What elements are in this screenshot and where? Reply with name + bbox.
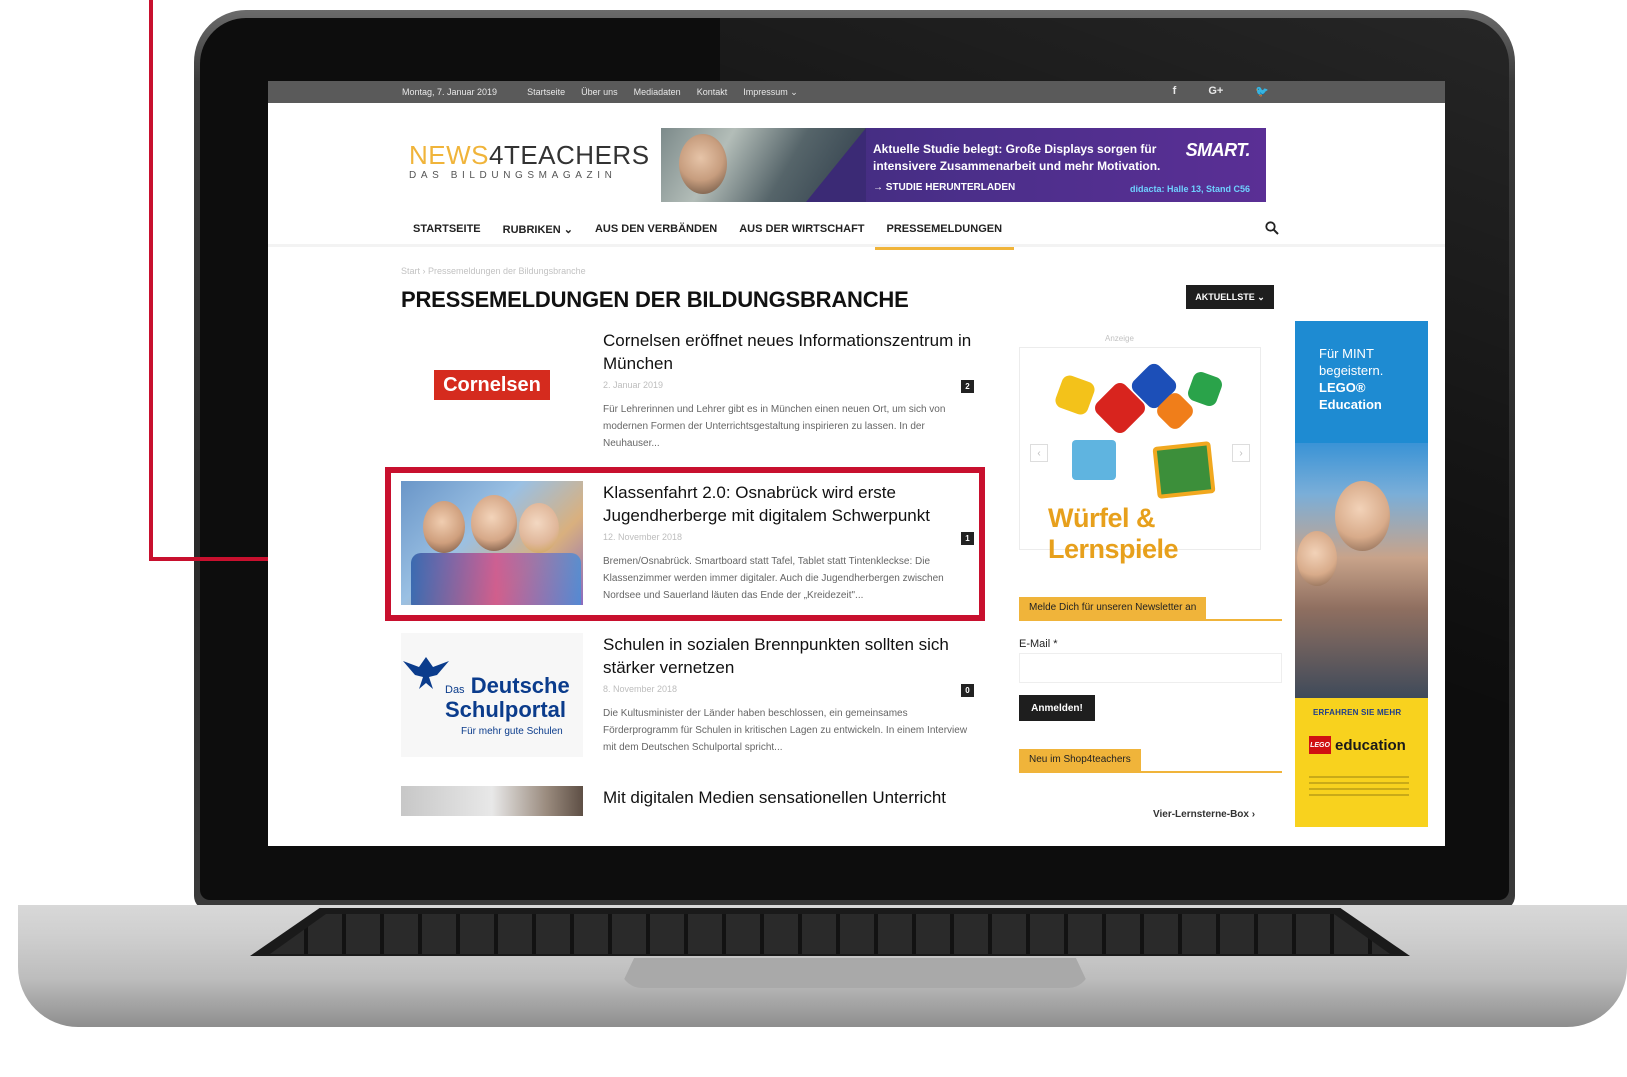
child-face-image: [1297, 531, 1337, 586]
lego-line1: Für MINT: [1319, 346, 1374, 361]
article-brennpunkte[interactable]: Das Deutsche Schulportal Für mehr gute S…: [401, 633, 974, 763]
article-title[interactable]: Schulen in sozialen Brennpunkten sollten…: [603, 633, 973, 679]
keyboard-keys: [270, 914, 1390, 954]
ad-label: Anzeige: [1105, 334, 1134, 343]
smart-banner-ad[interactable]: Aktuelle Studie belegt: Große Displays s…: [661, 128, 1266, 202]
lego-learn-more-link[interactable]: ERFAHREN SIE MEHR: [1313, 708, 1401, 717]
topbar-link-startseite[interactable]: Startseite: [527, 87, 565, 97]
nav-item-startseite[interactable]: STARTSEITE: [413, 223, 481, 246]
social-links: f G+ 🐦: [1173, 85, 1285, 98]
logo-news: NEWS: [409, 140, 489, 170]
eagle-logo-icon: [403, 657, 449, 689]
article-excerpt: Die Kultusminister der Länder haben besc…: [603, 708, 968, 753]
laptop-hinge-notch: [620, 958, 1090, 988]
search-icon[interactable]: [1265, 221, 1279, 235]
shop-heading-label: Neu im Shop4teachers: [1019, 749, 1141, 771]
article-title[interactable]: Cornelsen eröffnet neues Informationszen…: [603, 329, 973, 375]
lego-line2: begeistern.: [1319, 363, 1384, 378]
banner-headline: Aktuelle Studie belegt: Große Displays s…: [873, 142, 1161, 173]
highlighted-article-frame: [385, 467, 985, 621]
topbar-link-mediadaten[interactable]: Mediadaten: [634, 87, 681, 97]
shop-product-link[interactable]: Vier-Lernsterne-Box ›: [1153, 809, 1255, 820]
article-thumbnail[interactable]: [401, 786, 583, 816]
laptop-mockup: Montag, 7. Januar 2019 Startseite Über u…: [0, 0, 1627, 1077]
main-navigation: STARTSEITE RUBRIKEN ⌄ AUS DEN VERBÄNDEN …: [268, 215, 1445, 250]
comment-count-badge[interactable]: 0: [961, 684, 974, 697]
topbar-link-ueber-uns[interactable]: Über uns: [581, 87, 618, 97]
current-date: Montag, 7. Januar 2019: [402, 87, 498, 97]
banner-fair-info: didacta: Halle 13, Stand C56: [1129, 184, 1250, 194]
page-title: PRESSEMELDUNGEN DER BILDUNGSBRANCHE: [401, 287, 909, 312]
dice-image: [1053, 373, 1097, 417]
sort-dropdown[interactable]: AKTUELLSTE ⌄: [1186, 285, 1274, 309]
article-date: 2. Januar 2019: [603, 380, 664, 390]
site-logo[interactable]: NEWS4TEACHERS DAS BILDUNGSMAGAZIN: [409, 140, 649, 181]
subscribe-button[interactable]: Anmelden!: [1019, 695, 1095, 721]
schulportal-slogan: Für mehr gute Schulen: [461, 726, 563, 737]
facebook-icon[interactable]: f: [1173, 85, 1177, 98]
nav-item-wirtschaft[interactable]: AUS DER WIRTSCHAFT: [739, 223, 864, 246]
schulportal-name: Schulportal: [445, 697, 567, 722]
ad-next-button[interactable]: ›: [1232, 444, 1250, 462]
lego-fine-print: [1309, 776, 1409, 798]
logo-tagline: DAS BILDUNGSMAGAZIN: [409, 170, 617, 181]
banner-download-link[interactable]: → STUDIE HERUNTERLADEN: [873, 182, 1015, 193]
logo-4teachers: 4TEACHERS: [489, 140, 650, 170]
browser-screen: Montag, 7. Januar 2019 Startseite Über u…: [268, 81, 1445, 846]
lego-line4: Education: [1319, 397, 1382, 412]
topbar-link-kontakt[interactable]: Kontakt: [697, 87, 728, 97]
newsletter-heading-label: Melde Dich für unseren Newsletter an: [1019, 597, 1207, 619]
child-face-image: [1335, 481, 1390, 551]
shop-heading: Neu im Shop4teachers: [1019, 749, 1282, 773]
nav-item-verbaende[interactable]: AUS DEN VERBÄNDEN: [595, 223, 717, 246]
comment-count-badge[interactable]: 2: [961, 380, 974, 393]
article-date: 8. November 2018: [603, 684, 678, 694]
lego-education-wordmark: education: [1335, 736, 1406, 754]
banner-person-image: [679, 134, 727, 194]
lego-ad-footer: ERFAHREN SIE MEHR LEGO education: [1295, 698, 1428, 827]
lego-education-ad[interactable]: Für MINT begeistern. LEGO® Education ERF…: [1295, 321, 1428, 827]
article-thumbnail[interactable]: Cornelsen: [401, 329, 583, 453]
topbar-link-impressum[interactable]: Impressum ⌄: [743, 87, 798, 98]
article-digitale-medien[interactable]: Mit digitalen Medien sensationellen Unte…: [401, 786, 961, 846]
lego-line3: LEGO®: [1319, 380, 1366, 395]
nav-item-rubriken[interactable]: RUBRIKEN ⌄: [503, 223, 573, 246]
article-excerpt: Für Lehrerinnen und Lehrer gibt es in Mü…: [603, 404, 946, 449]
article-thumbnail[interactable]: Das Deutsche Schulportal Für mehr gute S…: [401, 633, 583, 757]
article-cornelsen[interactable]: Cornelsen Cornelsen eröffnet neues Infor…: [401, 329, 974, 459]
schulportal-deutsche: Deutsche: [470, 673, 570, 698]
game-box-image: [1152, 441, 1216, 499]
cornelsen-logo: Cornelsen: [434, 370, 550, 400]
lego-logo-icon: LEGO: [1309, 736, 1331, 754]
game-box-image: [1072, 440, 1116, 480]
dice-games-ad[interactable]: ‹ › Würfel & Lernspiele: [1019, 347, 1261, 564]
top-bar: Montag, 7. Januar 2019 Startseite Über u…: [268, 81, 1445, 103]
smart-logo: SMART.: [1185, 140, 1251, 160]
dice-image: [1185, 369, 1225, 409]
email-label: E-Mail *: [1019, 638, 1058, 650]
article-title[interactable]: Mit digitalen Medien sensationellen Unte…: [603, 786, 973, 809]
google-plus-icon[interactable]: G+: [1208, 85, 1223, 98]
email-input[interactable]: [1019, 653, 1282, 683]
schulportal-small: Das: [445, 684, 465, 696]
nav-item-pressemeldungen[interactable]: PRESSEMELDUNGEN: [874, 223, 1014, 250]
ad-prev-button[interactable]: ‹: [1030, 444, 1048, 462]
newsletter-heading: Melde Dich für unseren Newsletter an: [1019, 597, 1282, 621]
callout-line-vertical: [149, 0, 153, 561]
ad-caption: Würfel & Lernspiele: [1048, 503, 1179, 564]
twitter-icon[interactable]: 🐦: [1255, 85, 1269, 98]
breadcrumb[interactable]: Start › Pressemeldungen der Bildungsbran…: [401, 266, 586, 276]
